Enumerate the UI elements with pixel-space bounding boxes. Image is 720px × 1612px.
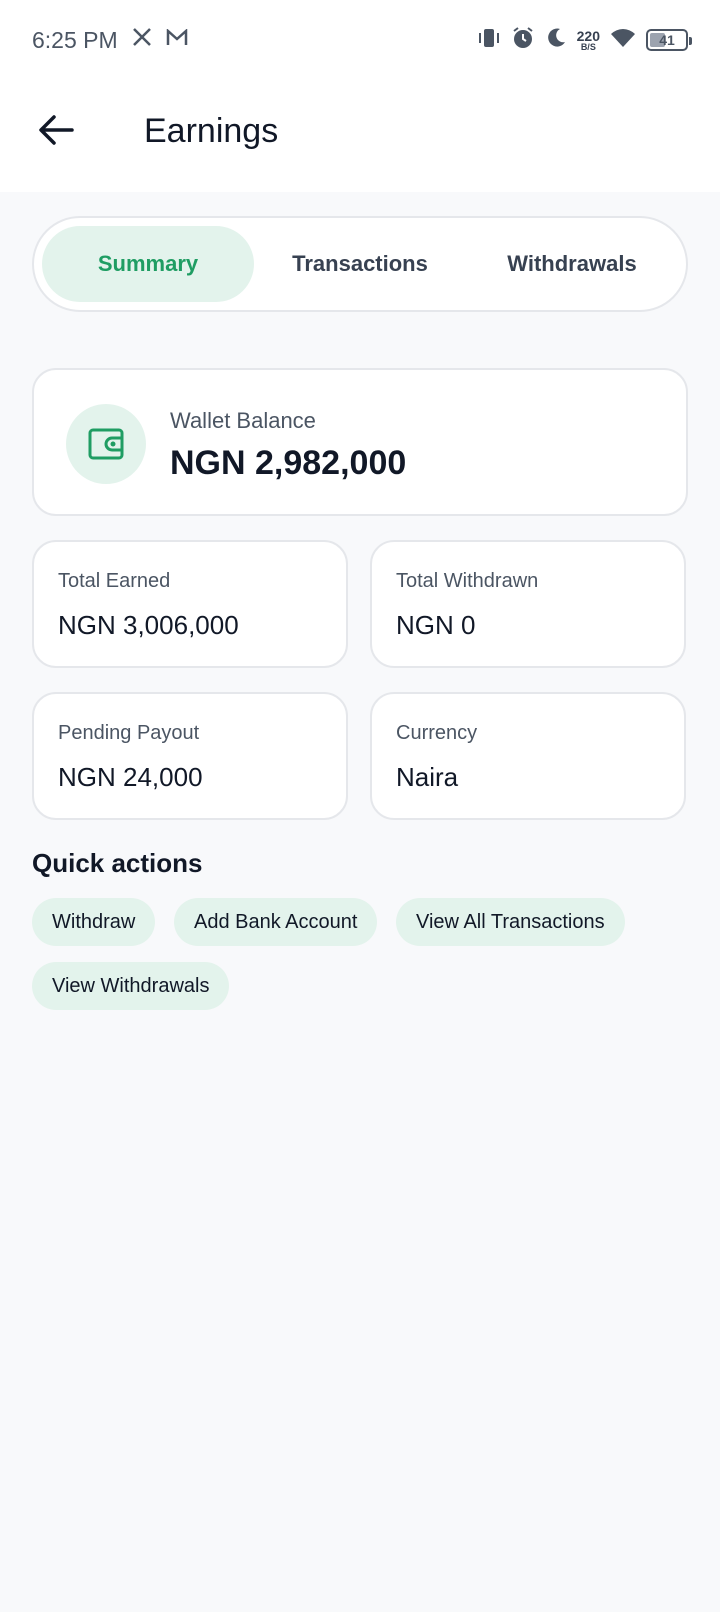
status-bar-right: 220 B/S 41 (477, 26, 692, 55)
pending-payout-value: NGN 24,000 (58, 762, 203, 792)
wallet-balance-card: Wallet Balance NGN 2,982,000 (32, 368, 688, 516)
arrow-left-icon (39, 115, 74, 145)
page-title: Earnings (144, 112, 279, 150)
network-speed: 220 B/S (577, 29, 600, 52)
wallet-icon (88, 428, 124, 460)
tab-summary[interactable]: Summary (42, 226, 254, 302)
currency-label: Currency (396, 722, 478, 744)
total-withdrawn-card: Total Withdrawn NGN 0 (370, 540, 686, 668)
wallet-balance-label: Wallet Balance (170, 408, 316, 433)
vibrate-icon (477, 27, 501, 54)
status-bar: 6:25 PM 220 B/S 41 (0, 0, 720, 80)
withdraw-button[interactable]: Withdraw (32, 898, 156, 946)
quick-actions-title: Quick actions (32, 848, 203, 878)
tab-withdrawals[interactable]: Withdrawals (466, 226, 678, 302)
moon-icon (545, 27, 567, 54)
status-time: 6:25 PM (32, 26, 118, 53)
network-speed-value: 220 (576, 27, 600, 44)
app-bar: Earnings (0, 80, 720, 192)
view-all-transactions-button[interactable]: View All Transactions (396, 898, 625, 946)
total-earned-label: Total Earned (58, 570, 171, 592)
x-icon (132, 27, 152, 53)
total-earned-card: Total Earned NGN 3,006,000 (32, 540, 348, 668)
currency-card: Currency Naira (370, 692, 686, 820)
gmail-icon (166, 27, 188, 53)
battery-icon: 41 (646, 29, 692, 51)
status-bar-left: 6:25 PM (32, 27, 188, 54)
pending-payout-label: Pending Payout (58, 722, 200, 744)
wallet-balance-value: NGN 2,982,000 (170, 444, 407, 482)
total-earned-value: NGN 3,006,000 (58, 610, 239, 640)
segmented-tabs: Summary Transactions Withdrawals (32, 216, 688, 312)
pending-payout-card: Pending Payout NGN 24,000 (32, 692, 348, 820)
wifi-icon (610, 27, 636, 54)
currency-value: Naira (396, 762, 459, 792)
back-button[interactable] (36, 110, 76, 150)
view-withdrawals-button[interactable]: View Withdrawals (32, 962, 230, 1010)
alarm-icon (511, 26, 535, 55)
wallet-icon-badge (66, 404, 146, 484)
network-speed-unit: B/S (580, 41, 596, 52)
battery-level: 41 (659, 32, 675, 48)
total-withdrawn-label: Total Withdrawn (396, 570, 539, 592)
tab-transactions[interactable]: Transactions (254, 226, 466, 302)
add-bank-account-button[interactable]: Add Bank Account (174, 898, 378, 946)
total-withdrawn-value: NGN 0 (396, 610, 476, 640)
